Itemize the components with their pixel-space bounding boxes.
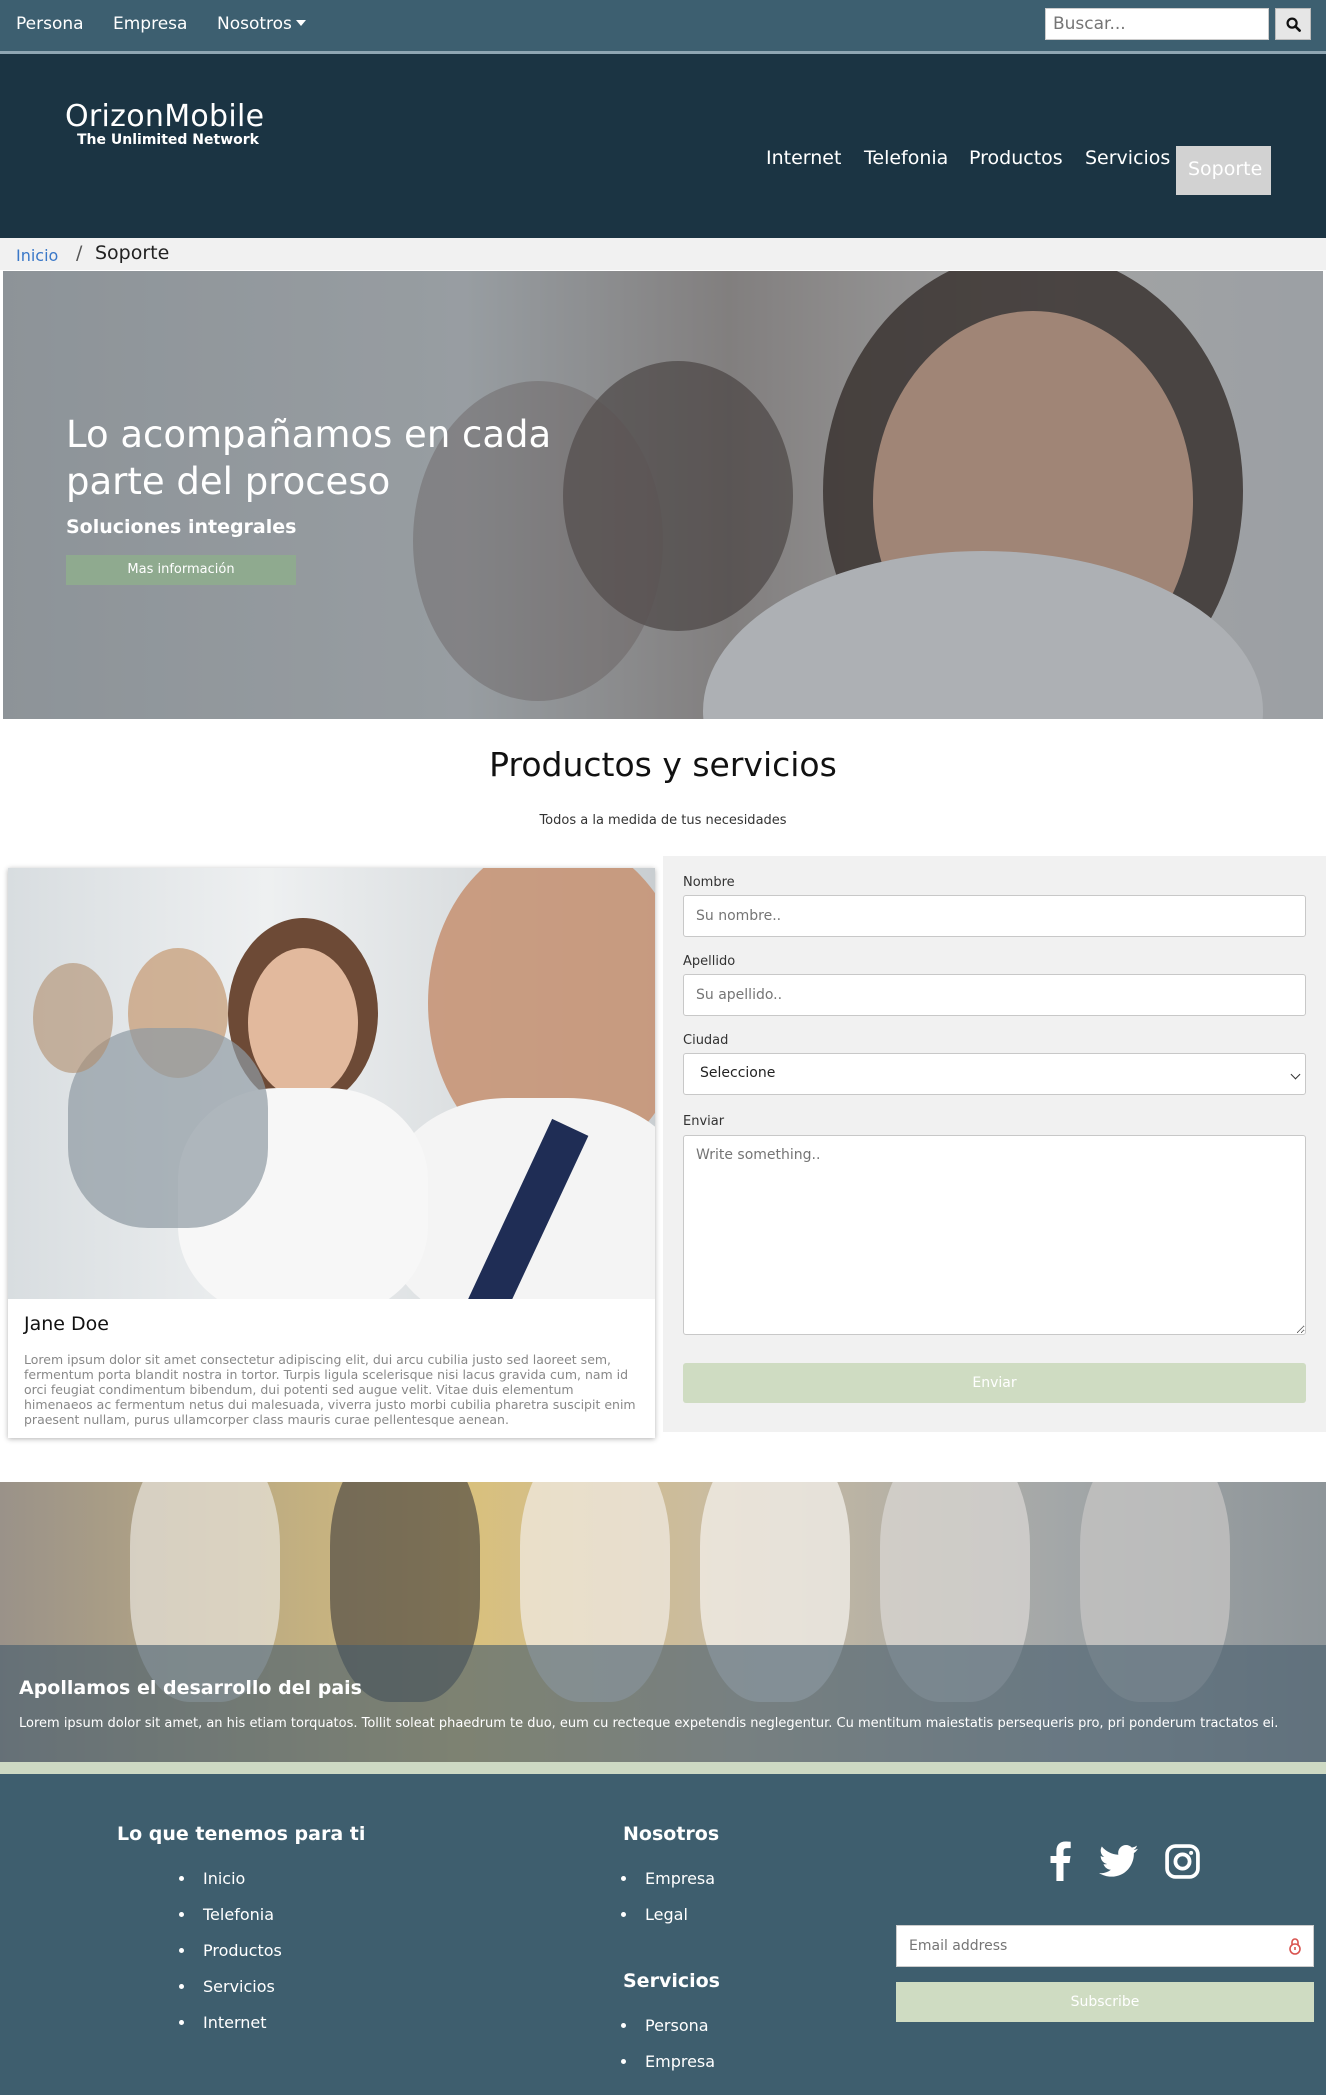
brand-tagline: The Unlimited Network: [77, 132, 259, 148]
apellido-label: Apellido: [683, 954, 736, 969]
mas-informacion-button[interactable]: Mas información: [66, 555, 296, 585]
topbar-link-empresa[interactable]: Empresa: [113, 14, 187, 34]
teamwork-banner: Apollamos el desarrollo del pais Lorem i…: [0, 1482, 1326, 1762]
instagram-icon[interactable]: [1164, 1843, 1201, 1880]
nosotros-label: Nosotros: [217, 14, 292, 34]
nav-internet[interactable]: Internet: [766, 147, 841, 169]
footer-col1-title: Lo que tenemos para ti: [117, 1823, 366, 1845]
facebook-icon[interactable]: [1048, 1841, 1072, 1881]
card-text: Lorem ipsum dolor sit amet consectetur a…: [24, 1352, 636, 1427]
banner-text: Lorem ipsum dolor sit amet, an his etiam…: [19, 1716, 1279, 1731]
banner-overlay: [0, 1645, 1326, 1762]
search-input[interactable]: [1045, 8, 1269, 40]
footer-link-persona[interactable]: Persona: [621, 2016, 709, 2035]
footer-link-servicios[interactable]: Servicios: [179, 1977, 275, 1996]
nav-telefonia[interactable]: Telefonia: [864, 147, 948, 169]
ciudad-select[interactable]: Seleccione: [683, 1053, 1306, 1095]
breadcrumb-current: Soporte: [95, 242, 170, 264]
chevron-down-icon: [1290, 1069, 1301, 1080]
email-input[interactable]: [896, 1925, 1314, 1967]
search-icon: [1286, 17, 1301, 32]
breadcrumb: Inicio / Soporte: [0, 238, 1326, 270]
nombre-label: Nombre: [683, 875, 735, 890]
apellido-input[interactable]: [683, 974, 1306, 1016]
footer-link-inicio[interactable]: Inicio: [178, 1869, 245, 1888]
footer-col2-title: Nosotros: [623, 1823, 720, 1845]
hero-subheading: Soluciones integrales: [66, 516, 297, 538]
section-subtitle: Todos a la medida de tus necesidades: [539, 813, 787, 828]
footer-link-telefonia[interactable]: Telefonia: [179, 1905, 274, 1924]
hero-banner: Lo acompañamos en cada parte del proceso…: [3, 271, 1323, 719]
subscribe-button[interactable]: Subscribe: [896, 1982, 1314, 2022]
section-title: Productos y servicios: [489, 745, 837, 784]
twitter-icon[interactable]: [1099, 1845, 1139, 1878]
footer-link-empresa[interactable]: Empresa: [620, 1869, 715, 1888]
topbar-link-persona[interactable]: Persona: [16, 14, 84, 34]
top-bar: Persona Empresa Nosotros: [0, 0, 1326, 54]
nav-soporte[interactable]: Soporte: [1176, 146, 1271, 195]
contact-form: Nombre Apellido Ciudad Seleccione Enviar…: [663, 856, 1326, 1432]
divider: [0, 1762, 1326, 1774]
profile-card: Jane Doe Lorem ipsum dolor sit amet cons…: [8, 868, 655, 1438]
newsletter-field: [896, 1925, 1314, 1967]
ciudad-selected-value: Seleccione: [700, 1065, 776, 1081]
footer-link-productos[interactable]: Productos: [179, 1941, 282, 1960]
footer-link-empresa-2[interactable]: Empresa: [620, 2052, 715, 2071]
breadcrumb-home[interactable]: Inicio: [16, 246, 58, 265]
ciudad-label: Ciudad: [683, 1033, 729, 1048]
brand-logo[interactable]: OrizonMobile: [65, 99, 264, 134]
call-center-photo: [8, 868, 655, 1299]
hero-heading: Lo acompañamos en cada parte del proceso: [66, 413, 552, 503]
footer-link-internet[interactable]: Internet: [179, 2013, 267, 2032]
nombre-input[interactable]: [683, 895, 1306, 937]
message-textarea[interactable]: [683, 1135, 1306, 1335]
breadcrumb-separator: /: [76, 242, 83, 264]
lock-icon: [1289, 1938, 1301, 1955]
nav-productos[interactable]: Productos: [969, 147, 1063, 169]
banner-heading: Apollamos el desarrollo del pais: [19, 1677, 362, 1699]
search-button[interactable]: [1275, 8, 1311, 40]
footer-col3-title: Servicios: [623, 1970, 720, 1992]
footer-link-legal[interactable]: Legal: [621, 1905, 688, 1924]
nav-servicios[interactable]: Servicios: [1085, 147, 1170, 169]
enviar-button[interactable]: Enviar: [683, 1363, 1306, 1403]
enviar-label: Enviar: [683, 1114, 725, 1129]
caret-down-icon: [295, 20, 306, 26]
topbar-dropdown-nosotros[interactable]: Nosotros: [217, 14, 306, 34]
card-name: Jane Doe: [24, 1313, 109, 1335]
